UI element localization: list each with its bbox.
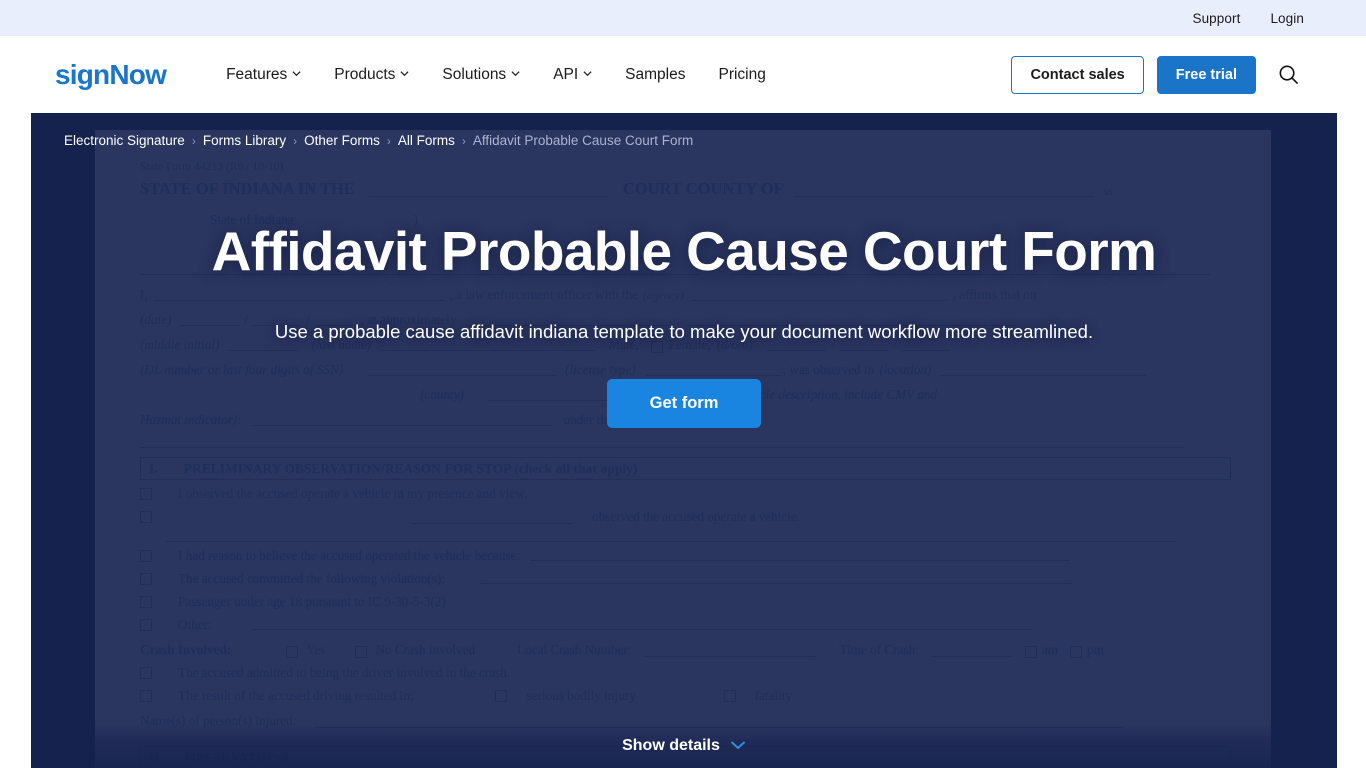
doc-checkbox	[140, 510, 152, 523]
doc-checkbox	[286, 646, 299, 659]
contact-sales-button[interactable]: Contact sales	[1011, 55, 1144, 94]
nav-label: Solutions	[442, 65, 507, 83]
breadcrumb-item-current: Affidavit Probable Cause Court Form	[472, 133, 694, 148]
nav-label: Pricing	[718, 65, 766, 83]
logo-text-now: Now	[109, 58, 167, 90]
breadcrumb-item-all-forms[interactable]: All Forms	[398, 133, 455, 148]
chevron-down-icon	[292, 69, 301, 78]
support-link[interactable]: Support	[1192, 11, 1240, 26]
nav-label: Features	[226, 65, 288, 83]
primary-nav: Features Products Solutions API Samples …	[226, 66, 766, 84]
show-details-label: Show details	[622, 737, 720, 754]
doc-checkbox	[140, 572, 152, 585]
breadcrumb-separator-icon: ›	[386, 133, 391, 148]
doc-checkbox	[140, 549, 152, 562]
nav-label: API	[553, 65, 579, 83]
chevron-down-icon	[730, 737, 746, 755]
breadcrumb-item-electronic-signature[interactable]: Electronic Signature	[64, 133, 185, 148]
main-header: signNow Features Products Solutions API …	[0, 36, 1366, 113]
doc-section1-item: observed the accused operate a vehicle.	[140, 507, 1231, 526]
breadcrumb-item-other-forms[interactable]: Other Forms	[304, 133, 380, 148]
show-details-toggle[interactable]: Show details	[31, 724, 1337, 768]
breadcrumb-separator-icon: ›	[461, 133, 466, 148]
get-form-button[interactable]: Get form	[606, 379, 762, 429]
doc-section1-item: Other:	[140, 615, 1231, 634]
breadcrumb: Electronic Signature › Forms Library › O…	[31, 113, 1337, 148]
doc-section-1-header: I. PRELIMINARY OBSERVATION/REASON FOR ST…	[140, 457, 1231, 481]
page-title: Affidavit Probable Cause Court Form	[211, 220, 1157, 282]
breadcrumb-item-forms-library[interactable]: Forms Library	[203, 133, 286, 148]
nav-item-features[interactable]: Features	[226, 66, 301, 84]
nav-item-solutions[interactable]: Solutions	[442, 66, 520, 84]
nav-item-samples[interactable]: Samples	[625, 66, 685, 84]
doc-checkbox	[140, 666, 152, 679]
doc-checkbox	[140, 595, 152, 608]
doc-checkbox	[140, 689, 152, 702]
free-trial-button[interactable]: Free trial	[1156, 55, 1256, 94]
nav-item-api[interactable]: API	[553, 66, 592, 84]
login-link[interactable]: Login	[1270, 11, 1304, 26]
header-actions: Contact sales Free trial	[1011, 55, 1304, 94]
doc-form-number: State Form 44213 (R6 / 10-10)	[140, 160, 284, 173]
chevron-down-icon	[583, 69, 592, 78]
utility-bar: Support Login	[0, 0, 1366, 36]
doc-state-line: STATE OF INDIANA IN THE COURT COUNTY OF …	[140, 178, 1113, 198]
doc-checkbox	[723, 689, 736, 702]
doc-section1-item: The result of the accused driving result…	[140, 686, 1231, 705]
chevron-down-icon	[511, 69, 520, 78]
doc-checkbox	[140, 487, 152, 500]
doc-checkbox	[1024, 646, 1037, 659]
nav-item-pricing[interactable]: Pricing	[718, 66, 765, 84]
doc-checkbox	[495, 689, 508, 702]
hero-subtitle: Use a probable cause affidavit indiana t…	[274, 321, 1094, 342]
breadcrumb-separator-icon: ›	[293, 133, 298, 148]
doc-checkbox	[140, 618, 152, 631]
doc-section1-item: I had reason to believe the accused oper…	[140, 546, 1231, 565]
nav-label: Samples	[625, 65, 686, 83]
signnow-logo[interactable]: signNow	[55, 58, 167, 90]
doc-crash-row: Crash Involved: Yes No Crash involved Lo…	[140, 642, 1104, 659]
search-icon[interactable]	[1273, 59, 1304, 90]
doc-section1-item: The accused committed the following viol…	[140, 569, 1231, 588]
breadcrumb-separator-icon: ›	[191, 133, 196, 148]
doc-checkbox	[1069, 646, 1082, 659]
nav-label: Products	[334, 65, 396, 83]
doc-section1-item: Passenger under age 18 pursuant to IC 9-…	[140, 592, 1231, 611]
hero-section: State Form 44213 (R6 / 10-10) STATE OF I…	[31, 113, 1337, 768]
hero-copy: Affidavit Probable Cause Court Form Use …	[31, 213, 1337, 429]
logo-text-sign: sign	[55, 58, 110, 90]
doc-checkbox	[355, 646, 368, 659]
doc-section1-item: The accused admitted to being the driver…	[140, 663, 1231, 682]
doc-section1-item: I observed the accused operate a vehicle…	[140, 484, 1231, 503]
chevron-down-icon	[400, 69, 409, 78]
nav-item-products[interactable]: Products	[334, 66, 409, 84]
